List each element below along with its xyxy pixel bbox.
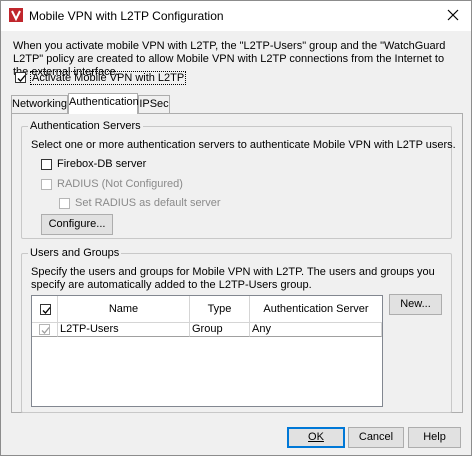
select-all-header[interactable] <box>32 296 58 322</box>
column-header-name[interactable]: Name <box>58 296 190 322</box>
help-button[interactable]: Help <box>408 427 461 448</box>
row-checkbox[interactable] <box>39 324 50 335</box>
radius-label: RADIUS (Not Configured) <box>57 178 183 190</box>
configure-button[interactable]: Configure... <box>41 214 113 235</box>
checkmark-icon <box>42 307 51 314</box>
dialog-window: Mobile VPN with L2TP Configuration When … <box>0 0 472 456</box>
tab-ipsec[interactable]: IPSec <box>138 95 170 113</box>
column-header-type[interactable]: Type <box>190 296 250 322</box>
close-icon[interactable] <box>443 5 463 25</box>
row-type: Group <box>190 323 250 337</box>
users-and-groups-description: Specify the users and groups for Mobile … <box>31 266 435 291</box>
firebox-db-checkbox[interactable] <box>41 159 52 170</box>
column-header-authentication-server[interactable]: Authentication Server <box>250 296 382 322</box>
ok-button-label: OK <box>308 431 324 443</box>
checkmark-icon <box>41 327 50 334</box>
authentication-servers-title: Authentication Servers <box>28 120 143 132</box>
tab-ipsec-label: IPSec <box>139 98 169 110</box>
radius-default-label: Set RADIUS as default server <box>75 197 221 209</box>
checkmark-icon <box>17 75 26 82</box>
tab-authentication[interactable]: Authentication <box>68 93 139 114</box>
tab-authentication-label: Authentication <box>69 96 139 108</box>
users-groups-table: Name Type Authentication Server L2TP-Use… <box>31 295 383 407</box>
help-button-label: Help <box>423 431 446 443</box>
authentication-servers-description: Select one or more authentication server… <box>31 139 456 151</box>
window-title: Mobile VPN with L2TP Configuration <box>29 9 224 23</box>
title-bar: Mobile VPN with L2TP Configuration <box>1 1 471 31</box>
tab-networking[interactable]: Networking <box>11 95 68 113</box>
tab-networking-label: Networking <box>12 98 68 110</box>
row-checkbox-cell[interactable] <box>32 323 58 337</box>
activate-l2tp-label[interactable]: Activate Mobile VPN with L2TP <box>30 71 187 85</box>
row-name: L2TP-Users <box>58 323 190 337</box>
table-header: Name Type Authentication Server <box>32 296 382 323</box>
radius-default-checkbox[interactable] <box>59 198 70 209</box>
watchguard-logo-icon <box>9 8 23 22</box>
cancel-button[interactable]: Cancel <box>348 427 404 448</box>
ok-button[interactable]: OK <box>287 427 345 448</box>
users-and-groups-title: Users and Groups <box>28 247 122 259</box>
cancel-button-label: Cancel <box>358 431 394 443</box>
firebox-db-label: Firebox-DB server <box>57 158 147 170</box>
activate-l2tp-checkbox[interactable] <box>15 72 26 83</box>
radius-checkbox[interactable] <box>41 179 52 190</box>
row-authentication-server: Any <box>250 323 382 337</box>
new-button[interactable]: New... <box>389 294 442 315</box>
table-row[interactable]: L2TP-Users Group Any <box>32 323 382 337</box>
select-all-checkbox[interactable] <box>40 304 51 315</box>
